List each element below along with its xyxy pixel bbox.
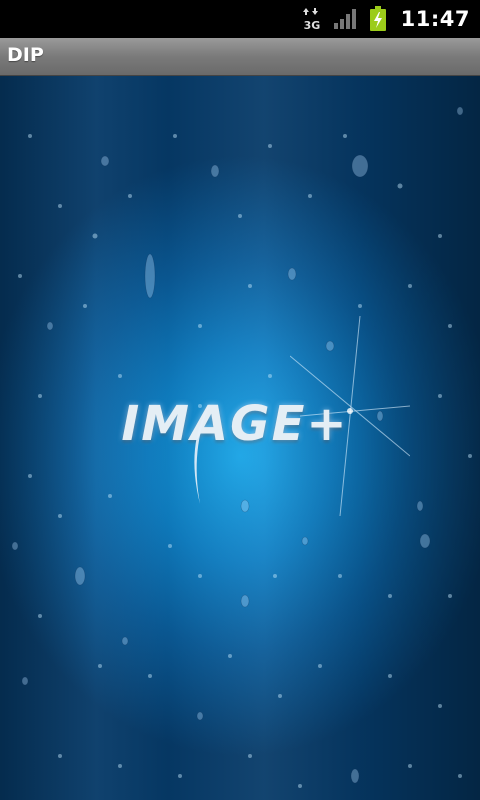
signal-strength-icon <box>333 8 359 30</box>
app-logo: IMAGE+ <box>0 396 480 504</box>
3g-data-icon: 3G <box>301 7 323 31</box>
network-label: 3G <box>303 19 320 31</box>
status-bar: 3G 11:47 <box>0 0 480 38</box>
logo-swoosh-icon <box>194 404 210 504</box>
title-bar: DIP <box>0 38 480 76</box>
splash-screen: IMAGE+ <box>0 76 480 800</box>
logo-text: IMAGE+ <box>121 396 349 452</box>
status-icons: 3G 11:47 <box>301 0 470 38</box>
clock: 11:47 <box>400 7 470 31</box>
app-title: DIP <box>7 44 44 66</box>
battery-charging-icon <box>369 6 387 32</box>
